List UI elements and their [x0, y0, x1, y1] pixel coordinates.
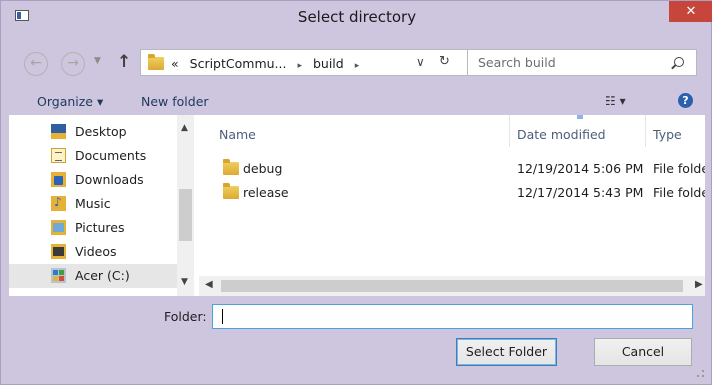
- file-row-release[interactable]: release 12/17/2014 5:43 PM File folder: [199, 180, 705, 204]
- file-row-debug[interactable]: debug 12/19/2014 5:06 PM File folder: [199, 156, 705, 180]
- sidebar-item-downloads[interactable]: Downloads: [9, 168, 177, 192]
- address-bar[interactable]: « ScriptCommu... ▸ build ▸ ∨ ↻: [140, 49, 468, 76]
- scrollbar-thumb[interactable]: [179, 189, 192, 241]
- content-area: Desktop Documents Downloads Music Pictur…: [9, 115, 705, 296]
- sort-indicator-icon: [577, 115, 583, 119]
- scroll-right-icon[interactable]: ▶: [695, 279, 703, 290]
- refresh-icon[interactable]: ↻: [439, 54, 450, 69]
- downloads-icon: [51, 172, 66, 187]
- folder-field-label: Folder:: [164, 309, 207, 324]
- dialog-window: Select directory ✕ ← → ▼ ↑ « ScriptCommu…: [0, 0, 712, 385]
- sidebar-item-label: Music: [75, 196, 111, 211]
- folder-icon: [148, 54, 164, 70]
- organize-menu-button[interactable]: Organize ▾: [37, 94, 103, 109]
- command-toolbar: Organize ▾ New folder ☷ ▾ ?: [9, 86, 705, 116]
- help-icon[interactable]: ?: [678, 93, 693, 108]
- dialog-footer: Folder: Select Folder Cancel: [9, 296, 705, 378]
- breadcrumb-separator-icon[interactable]: ▸: [355, 61, 360, 71]
- sidebar-item-desktop[interactable]: Desktop: [9, 120, 177, 144]
- search-input[interactable]: [478, 54, 648, 71]
- pictures-icon: [51, 220, 66, 235]
- window-title: Select directory: [297, 8, 417, 26]
- select-folder-button[interactable]: Select Folder: [456, 338, 557, 366]
- scroll-left-icon[interactable]: ◀: [205, 279, 213, 290]
- breadcrumb-separator-icon[interactable]: ▸: [297, 61, 302, 71]
- cancel-button[interactable]: Cancel: [594, 338, 692, 366]
- close-button[interactable]: ✕: [669, 1, 712, 22]
- column-header-name[interactable]: Name: [219, 127, 256, 142]
- file-type: File folder: [653, 161, 705, 176]
- scrollbar-thumb[interactable]: [221, 280, 683, 292]
- folder-icon: [223, 159, 239, 175]
- sidebar-item-label: Desktop: [75, 124, 127, 139]
- column-divider[interactable]: [645, 115, 646, 147]
- sidebar-item-label: Downloads: [75, 172, 144, 187]
- navigation-pane-scrollbar[interactable]: ▲ ▼: [177, 115, 194, 296]
- desktop-icon: [51, 124, 66, 139]
- title-bar[interactable]: Select directory ✕: [1, 1, 712, 31]
- breadcrumb-overflow[interactable]: «: [171, 56, 179, 71]
- search-box[interactable]: [467, 49, 697, 76]
- change-view-button[interactable]: ☷ ▾: [605, 94, 626, 108]
- sidebar-item-pictures[interactable]: Pictures: [9, 216, 177, 240]
- sidebar-item-videos[interactable]: Videos: [9, 240, 177, 264]
- breadcrumb-item-build[interactable]: build: [313, 56, 344, 71]
- scroll-down-icon[interactable]: ▼: [181, 277, 188, 287]
- file-date-modified: 12/19/2014 5:06 PM: [517, 161, 644, 176]
- drive-icon: [51, 268, 66, 283]
- sidebar-item-drive-c[interactable]: Acer (C:): [9, 264, 177, 288]
- folder-icon: [223, 183, 239, 199]
- resize-grip-icon[interactable]: [697, 370, 704, 377]
- column-header-type[interactable]: Type: [653, 127, 682, 142]
- file-list: Name Date modified Type debug 12/19/2014…: [199, 115, 705, 275]
- breadcrumb: « ScriptCommu... ▸ build ▸: [171, 56, 366, 71]
- navigation-bar: ← → ▼ ↑ « ScriptCommu... ▸ build ▸ ∨ ↻: [9, 41, 705, 86]
- address-dropdown-icon[interactable]: ∨: [416, 55, 425, 69]
- documents-icon: [51, 148, 66, 163]
- recent-locations-dropdown-icon[interactable]: ▼: [94, 56, 101, 66]
- forward-button[interactable]: →: [61, 52, 85, 76]
- videos-icon: [51, 244, 66, 259]
- sidebar-item-label: Acer (C:): [75, 268, 130, 283]
- new-folder-button[interactable]: New folder: [141, 94, 209, 109]
- back-button[interactable]: ←: [24, 52, 48, 76]
- folder-input[interactable]: [221, 309, 681, 325]
- up-one-level-button[interactable]: ↑: [117, 52, 131, 72]
- sidebar-item-music[interactable]: Music: [9, 192, 177, 216]
- column-header-date-modified[interactable]: Date modified: [517, 127, 606, 142]
- search-icon[interactable]: [674, 57, 684, 67]
- file-name: debug: [243, 161, 283, 176]
- breadcrumb-item-scriptcommu[interactable]: ScriptCommu...: [190, 56, 287, 71]
- file-name: release: [243, 185, 289, 200]
- navigation-pane: Desktop Documents Downloads Music Pictur…: [9, 115, 189, 296]
- music-icon: [51, 195, 66, 211]
- column-divider[interactable]: [509, 115, 510, 147]
- file-date-modified: 12/17/2014 5:43 PM: [517, 185, 644, 200]
- sidebar-item-label: Pictures: [75, 220, 125, 235]
- scroll-up-icon[interactable]: ▲: [181, 123, 188, 133]
- file-type: File folder: [653, 185, 705, 200]
- folder-field[interactable]: [212, 304, 693, 329]
- sidebar-item-label: Videos: [75, 244, 117, 259]
- file-list-horizontal-scrollbar[interactable]: ◀ ▶: [199, 276, 705, 296]
- sidebar-item-label: Documents: [75, 148, 147, 163]
- sidebar-item-documents[interactable]: Documents: [9, 144, 177, 168]
